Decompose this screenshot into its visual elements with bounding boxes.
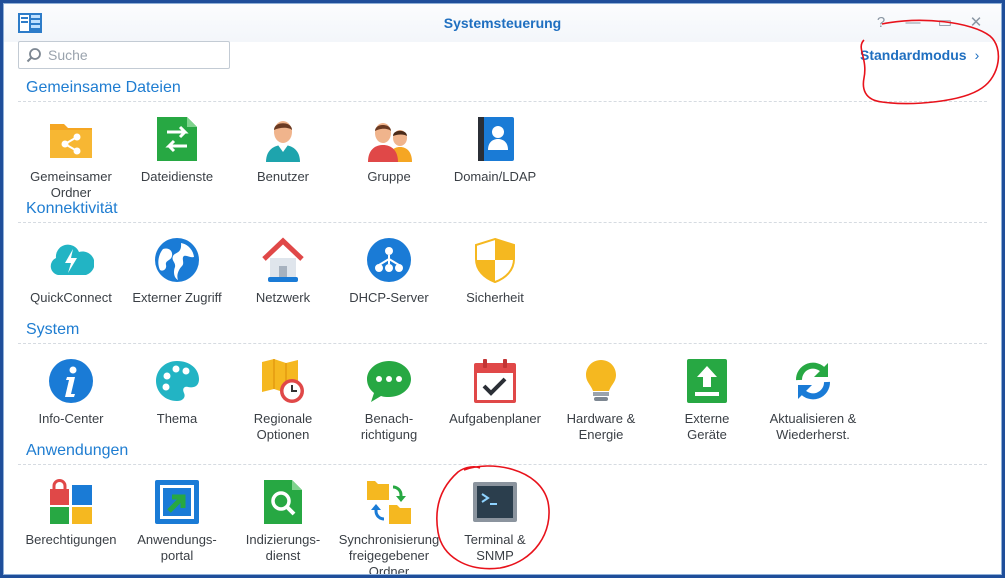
item-theme[interactable]: Thema (124, 358, 230, 427)
domain-ldap-icon (478, 117, 514, 161)
item-info-center[interactable]: Info-Center (18, 358, 124, 427)
section-divider (18, 101, 987, 102)
item-update-restore[interactable]: Aktualisieren & Wiederherst. (760, 358, 866, 443)
folder-sync-icon (367, 481, 411, 524)
item-label: Info-Center (38, 411, 104, 426)
item-network[interactable]: Netzwerk (230, 237, 336, 306)
minimize-button[interactable]: — (902, 12, 924, 34)
close-button[interactable]: ✕ (965, 12, 987, 34)
item-application-portal[interactable]: Anwendungs- portal (124, 479, 230, 564)
item-label: Thema (156, 411, 198, 426)
item-external-access[interactable]: Externer Zugriff (124, 237, 230, 306)
item-label: Netzwerk (255, 290, 311, 305)
item-external-devices[interactable]: Externe Geräte (654, 358, 760, 443)
item-label: Indizierungs- dienst (245, 532, 321, 563)
item-label: Synchronisierung freigegebener Ordner (338, 532, 440, 575)
item-regional-options[interactable]: Regionale Optionen (230, 358, 336, 443)
user-icon (266, 121, 300, 162)
section-title-shared-files: Gemeinsame Dateien (26, 79, 181, 96)
item-terminal-snmp[interactable]: Terminal & SNMP (442, 479, 548, 564)
item-user[interactable]: Benutzer (230, 116, 336, 185)
item-label: Dateidienste (140, 169, 214, 184)
item-shared-folder[interactable]: Gemeinsamer Ordner (18, 116, 124, 201)
section-title-system: System (26, 321, 80, 338)
control-panel-window: Systemsteuerung ? — ▭ ✕ Standardmodus › G… (3, 3, 1002, 575)
item-label: QuickConnect (30, 290, 112, 305)
group-icon (368, 123, 412, 162)
item-label: DHCP-Server (349, 290, 429, 305)
search-input[interactable] (48, 45, 223, 65)
item-domain-ldap[interactable]: Domain/LDAP (442, 116, 548, 185)
item-label: Benutzer (256, 169, 310, 184)
chevron-right-icon: › (974, 47, 980, 63)
terminal-icon (473, 482, 517, 522)
chat-bubble-icon (367, 361, 411, 402)
item-security[interactable]: Sicherheit (442, 237, 548, 306)
quickconnect-icon (50, 244, 94, 275)
maximize-button[interactable]: ▭ (934, 12, 956, 34)
indexing-icon (264, 480, 302, 524)
window-title: Systemsteuerung (443, 15, 562, 31)
section-divider (18, 343, 987, 344)
item-dhcp-server[interactable]: DHCP-Server (336, 237, 442, 306)
item-file-services[interactable]: Dateidienste (124, 116, 230, 185)
map-clock-icon (262, 359, 304, 403)
item-label: Gemeinsamer Ordner (30, 169, 112, 200)
shared-folder-icon (50, 124, 92, 158)
item-label: Externer Zugriff (132, 290, 222, 305)
help-button[interactable]: ? (870, 12, 892, 34)
external-device-icon (687, 359, 727, 403)
lightbulb-icon (586, 360, 616, 401)
network-house-icon (262, 237, 304, 282)
calendar-check-icon (474, 359, 516, 403)
item-label: Terminal & SNMP (464, 532, 526, 563)
standard-mode-link[interactable]: Standardmodus › (860, 47, 979, 63)
item-label: Hardware & Energie (566, 411, 636, 442)
file-services-icon (157, 117, 197, 161)
section-divider (18, 222, 987, 223)
standard-mode-label: Standardmodus (860, 47, 967, 63)
search-box[interactable] (18, 41, 230, 69)
privileges-icon (50, 479, 92, 524)
palette-icon (156, 361, 199, 401)
info-icon (49, 359, 93, 403)
item-label: Gruppe (367, 169, 411, 184)
item-label: Sicherheit (466, 290, 524, 305)
section-divider (18, 464, 987, 465)
item-label: Regionale Optionen (253, 411, 313, 442)
item-label: Berechtigungen (25, 532, 117, 547)
item-task-scheduler[interactable]: Aufgabenplaner (442, 358, 548, 427)
item-indexing-service[interactable]: Indizierungs- dienst (230, 479, 336, 564)
dhcp-icon (367, 238, 411, 282)
item-privileges[interactable]: Berechtigungen (18, 479, 124, 548)
item-label: Benach- richtigung (360, 411, 418, 442)
item-label: Externe Geräte (684, 411, 730, 442)
refresh-icon (796, 362, 830, 400)
search-icon (26, 48, 41, 63)
app-portal-icon (155, 480, 199, 524)
item-notification[interactable]: Benach- richtigung (336, 358, 442, 443)
shield-icon (475, 237, 515, 283)
item-group[interactable]: Gruppe (336, 116, 442, 185)
globe-icon (155, 238, 199, 282)
section-title-applications: Anwendungen (26, 442, 129, 459)
item-label: Domain/LDAP (453, 169, 537, 184)
title-bar: Systemsteuerung ? — ▭ ✕ (4, 4, 1001, 42)
item-quickconnect[interactable]: QuickConnect (18, 237, 124, 306)
item-label: Aktualisieren & Wiederherst. (769, 411, 857, 442)
item-label: Aufgabenplaner (449, 411, 541, 426)
item-hardware-energy[interactable]: Hardware & Energie (548, 358, 654, 443)
section-title-connectivity: Konnektivität (26, 200, 118, 217)
item-label: Anwendungs- portal (137, 532, 217, 563)
item-shared-folder-sync[interactable]: Synchronisierung freigegebener Ordner (336, 479, 442, 575)
